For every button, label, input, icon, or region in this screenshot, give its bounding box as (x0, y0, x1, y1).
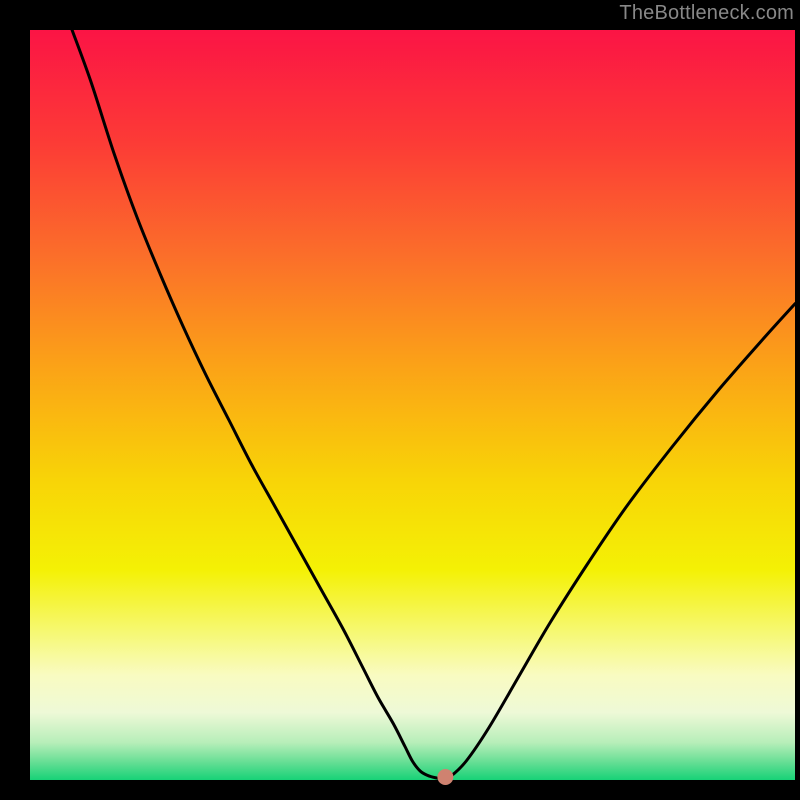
bottleneck-chart: TheBottleneck.com (0, 0, 800, 800)
chart-svg (0, 0, 800, 800)
watermark-text: TheBottleneck.com (619, 2, 794, 25)
plot-background (30, 30, 795, 780)
optimal-point-marker (437, 769, 453, 785)
